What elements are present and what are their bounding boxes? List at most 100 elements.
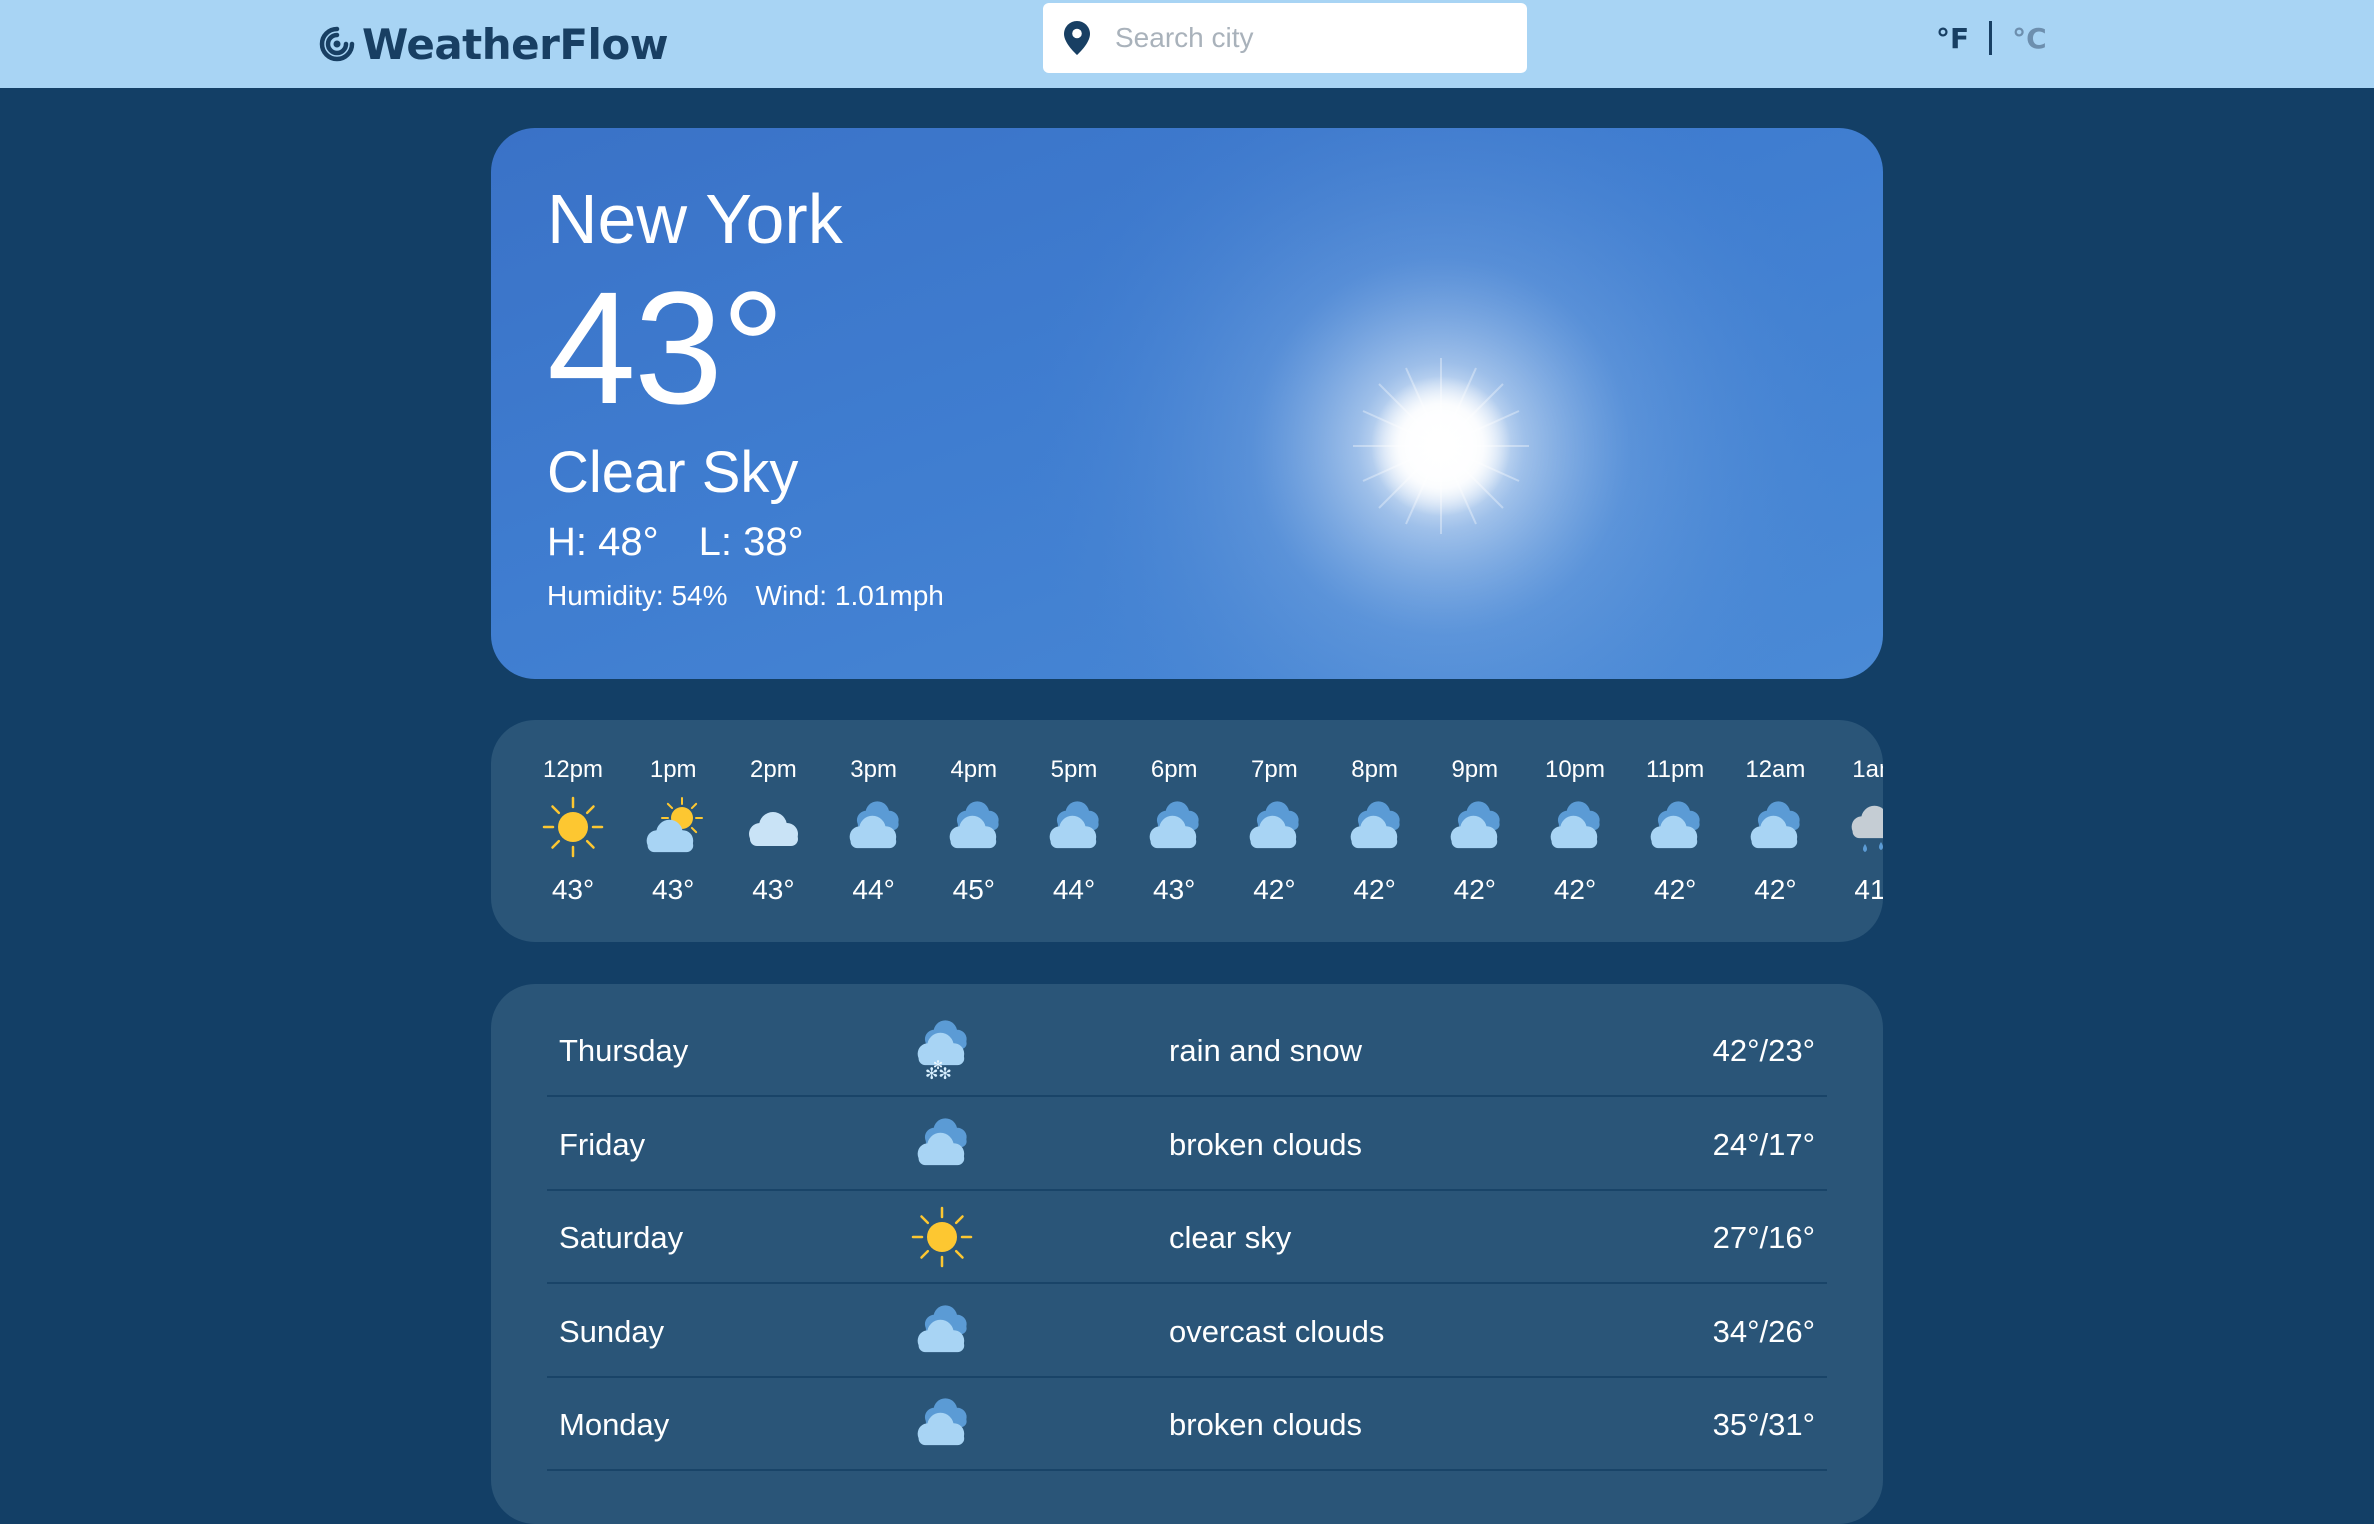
high-low: H: 48° L: 38° (547, 522, 944, 562)
day-name: Saturday (559, 1220, 684, 1255)
daily-forecast: Thursday ✻✻ ✻ rain and snow 42°/23° Friday … (491, 984, 1883, 1524)
top-nav: WeatherFlow °F °C (0, 0, 2374, 88)
day-description: broken clouds (1169, 1407, 1363, 1442)
weather-details: Humidity: 54% Wind: 1.01mph (547, 582, 944, 610)
logo[interactable]: WeatherFlow (316, 12, 669, 76)
hour-temperature: 45° (952, 874, 995, 905)
day-high-low: 42°/23° (1712, 1033, 1815, 1068)
hour-temperature: 42° (1754, 874, 1797, 905)
hour-time: 11pm (1646, 756, 1705, 783)
hourly-item: 5pm 44° (1024, 758, 1124, 904)
hour-time: 12pm (542, 756, 604, 783)
humidity: Humidity: 54% (547, 580, 728, 611)
hour-time: 1am (1852, 756, 1883, 783)
daily-row: Friday broken clouds 24°/17° (547, 1098, 1827, 1191)
hourly-item: 7pm 42° (1224, 758, 1324, 904)
hour-temperature: 42° (1453, 874, 1496, 905)
hour-time: 9pm (1451, 756, 1499, 783)
hourly-item: 1am 41° (1826, 758, 1883, 904)
day-description: rain and snow (1169, 1033, 1363, 1068)
cloud-icon (1450, 801, 1500, 849)
hour-time: 6pm (1150, 756, 1198, 783)
logo-text: WeatherFlow (362, 19, 669, 69)
day-name: Monday (559, 1407, 670, 1442)
hourly-item: 3pm 44° (824, 758, 924, 904)
hour-time: 3pm (850, 756, 897, 783)
spiral-icon (319, 26, 355, 62)
cloud-icon (1049, 801, 1099, 849)
hour-time: 1pm (649, 756, 697, 783)
hourly-item: 6pm 43° (1124, 758, 1224, 904)
search-box[interactable] (1043, 3, 1527, 73)
day-high-low: 35°/31° (1712, 1407, 1815, 1442)
hourly-item: 11pm 42° (1625, 758, 1725, 904)
hour-temperature: 42° (1553, 874, 1597, 905)
day-name: Friday (559, 1126, 646, 1162)
cloud-icon (917, 1117, 967, 1165)
cloud-icon (917, 1304, 967, 1352)
current-weather-card: New York 43° Clear Sky H: 48° L: 38° Humi… (491, 128, 1883, 679)
cloud-icon (849, 801, 899, 849)
celsius-toggle[interactable]: °C (2012, 22, 2047, 55)
hour-temperature: 43° (752, 874, 795, 905)
current-weather-info: New York 43° Clear Sky H: 48° L: 38° Humi… (547, 184, 944, 610)
hourly-item: 1pm 43° (623, 758, 723, 904)
cloud-icon (1550, 801, 1600, 849)
daily-row: Monday broken clouds 35°/31° (547, 1378, 1827, 1471)
high-temperature: H: 48° (547, 520, 659, 564)
unit-toggle: °F °C (1936, 18, 2047, 58)
rain-snow-icon: ✻✻ ✻ (917, 1020, 967, 1083)
current-condition: Clear Sky (547, 440, 799, 505)
cloud-icon (1250, 801, 1299, 849)
hourly-item: 9pm 42° (1425, 758, 1525, 904)
hour-temperature: 43° (652, 874, 695, 905)
city-name: New York (547, 180, 843, 258)
hour-temperature: 42° (1353, 874, 1396, 905)
hour-temperature: 43° (551, 874, 595, 905)
hour-time: 4pm (950, 756, 998, 783)
hourly-item: 12pm 43° (523, 758, 623, 904)
day-description: clear sky (1169, 1220, 1292, 1255)
hour-time: 8pm (1351, 756, 1398, 783)
hour-time: 5pm (1050, 756, 1098, 783)
daily-row: Thursday ✻✻ ✻ rain and snow 42°/23° (547, 1004, 1827, 1097)
daily-row: Saturday clear sky 27°/16° (547, 1191, 1827, 1284)
day-high-low: 24°/17° (1712, 1126, 1815, 1162)
unit-divider (1989, 21, 1993, 55)
day-name: Sunday (559, 1313, 665, 1349)
hour-temperature: 42° (1654, 874, 1697, 905)
svg-text:✻: ✻ (933, 1058, 943, 1072)
current-temperature: 43° (547, 258, 785, 437)
cloud-icon (917, 1398, 967, 1446)
hour-temperature: 42° (1253, 874, 1296, 905)
hourly-item: 4pm 45° (924, 758, 1024, 904)
search-input[interactable] (1113, 21, 1493, 55)
hour-time: 10pm (1544, 756, 1606, 783)
hourly-item: 12am 42° (1725, 758, 1825, 904)
rain-cloud-icon (1851, 805, 1883, 852)
daily-row: Sunday overcast clouds 34°/26° (547, 1285, 1827, 1378)
hourly-item: 10pm 42° (1525, 758, 1625, 904)
day-name: Thursday (559, 1033, 689, 1068)
low-temperature: L: 38° (698, 520, 804, 564)
hour-time: 12am (1745, 756, 1806, 783)
hourly-forecast[interactable]: 12pm 43° 1pm 43° 2pm 43° 3pm 44° 4pm 45° 5pm (491, 720, 1883, 942)
hourly-item: 8pm 42° (1325, 758, 1425, 904)
partly-cloudy-icon (646, 797, 704, 853)
hour-temperature: 41° (1854, 874, 1883, 905)
sun-icon (911, 1206, 973, 1268)
hour-temperature: 44° (852, 874, 895, 905)
hour-temperature: 43° (1153, 874, 1196, 905)
day-description: broken clouds (1169, 1126, 1363, 1162)
location-pin-icon (1064, 21, 1090, 55)
day-high-low: 27°/16° (1712, 1220, 1815, 1255)
cloud-icon (1149, 801, 1199, 849)
cloud-icon (1650, 801, 1700, 849)
fahrenheit-toggle[interactable]: °F (1936, 22, 1969, 55)
cloud-icon (1751, 801, 1800, 849)
day-high-low: 34°/26° (1712, 1313, 1815, 1349)
sun-icon (542, 796, 604, 858)
hour-time: 7pm (1251, 756, 1298, 783)
hour-temperature: 44° (1052, 874, 1096, 905)
hour-time: 2pm (750, 756, 797, 783)
